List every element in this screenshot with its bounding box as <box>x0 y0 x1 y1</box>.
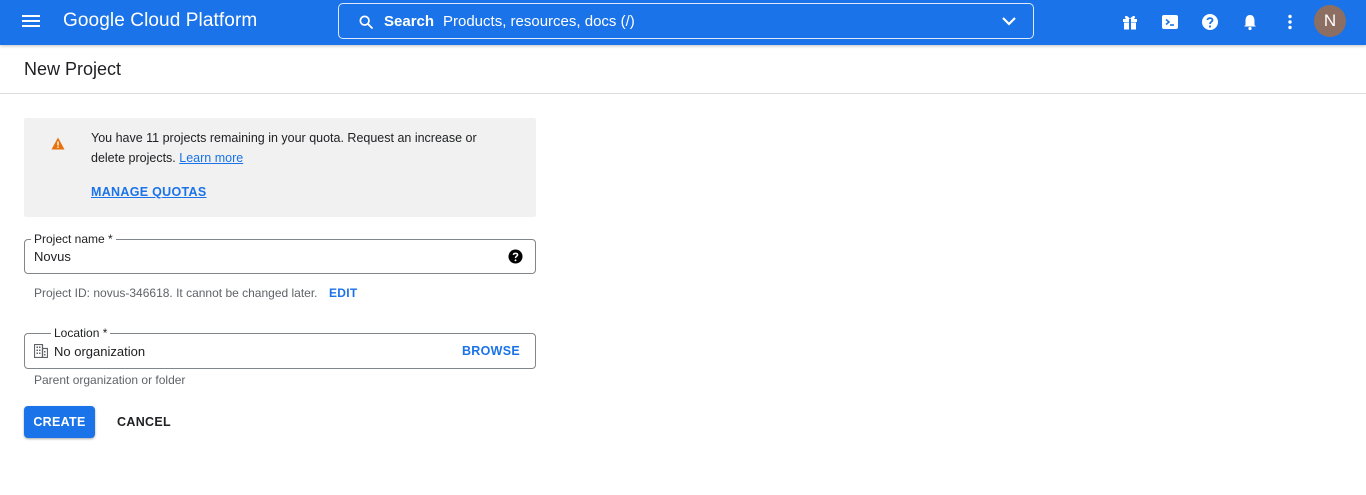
cancel-button[interactable]: CANCEL <box>107 406 181 438</box>
create-button[interactable]: CREATE <box>24 406 95 438</box>
terminal-icon[interactable] <box>1160 12 1180 32</box>
notifications-bell-icon[interactable] <box>1240 12 1260 32</box>
edit-project-id-button[interactable]: EDIT <box>329 286 358 300</box>
quota-message: You have 11 projects remaining in your q… <box>91 131 477 165</box>
quota-message-block: You have 11 projects remaining in your q… <box>91 128 511 168</box>
location-value: No organization <box>54 344 146 359</box>
search-icon <box>359 15 373 29</box>
warning-icon <box>51 137 65 150</box>
top-app-bar: Google Cloud Platform Search Products, r… <box>0 0 1366 45</box>
project-name-value[interactable]: Novus <box>34 249 71 264</box>
location-field[interactable]: Location * No organization BROWSE <box>24 325 536 369</box>
learn-more-link[interactable]: Learn more <box>179 151 243 165</box>
project-name-label: Project name * <box>31 231 116 247</box>
search-label: Search <box>384 13 435 30</box>
header-divider <box>0 93 1366 94</box>
help-circle-icon[interactable] <box>508 249 523 264</box>
hamburger-menu-icon[interactable] <box>20 11 44 33</box>
project-id-helper: Project ID: novus-346618. It cannot be c… <box>34 286 318 300</box>
search-placeholder: Products, resources, docs (/) <box>443 13 635 30</box>
app-title[interactable]: Google Cloud Platform <box>63 10 257 32</box>
location-label: Location * <box>51 325 111 341</box>
quota-notice: You have 11 projects remaining in your q… <box>24 118 536 217</box>
manage-quotas-link[interactable]: MANAGE QUOTAS <box>91 185 206 199</box>
location-helper: Parent organization or folder <box>34 373 186 387</box>
building-icon <box>34 344 48 358</box>
help-icon[interactable] <box>1200 12 1220 32</box>
project-name-field[interactable]: Project name * Novus <box>24 231 536 274</box>
chevron-down-icon[interactable] <box>1001 15 1017 27</box>
page-title: New Project <box>24 59 122 79</box>
search-input[interactable]: Search Products, resources, docs (/) <box>338 3 1034 39</box>
account-avatar[interactable]: N <box>1314 5 1346 37</box>
gift-icon[interactable] <box>1120 12 1140 32</box>
browse-button[interactable]: BROWSE <box>462 344 520 358</box>
more-vert-icon[interactable] <box>1280 12 1300 32</box>
